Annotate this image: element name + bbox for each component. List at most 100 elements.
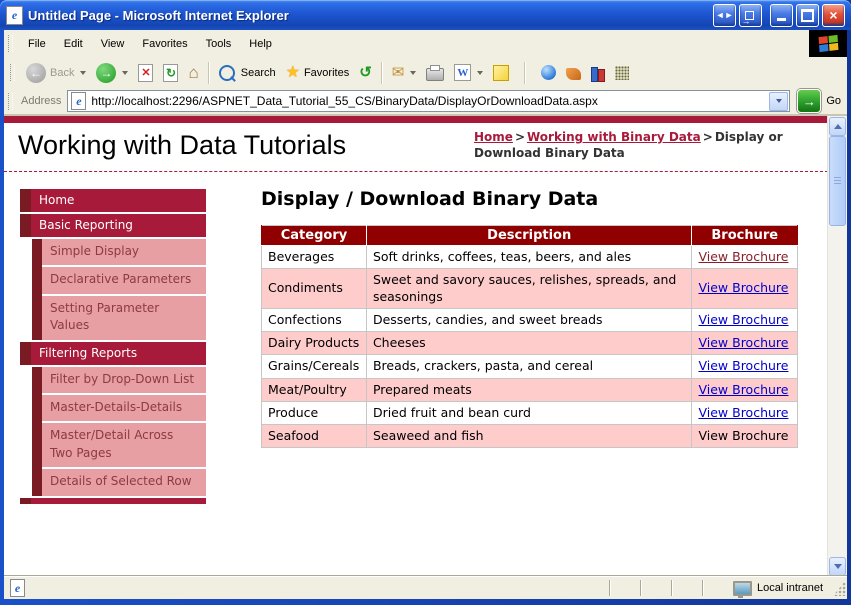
history-button[interactable]: ↺	[354, 59, 377, 86]
minimize-button[interactable]	[770, 3, 793, 27]
sidebar-item-label[interactable]: Home	[31, 189, 206, 212]
menu-help[interactable]: Help	[240, 33, 281, 55]
print-button[interactable]	[421, 59, 449, 86]
messenger-icon	[541, 65, 557, 80]
web-page: Working with Data Tutorials Home > Working…	[4, 116, 828, 577]
sidebar-item-label[interactable]: Filtering Reports	[31, 341, 206, 365]
sidebar-item-master-detail-across-two-pages[interactable]: Master/Detail Across Two Pages	[42, 423, 206, 468]
security-zone-pane: Local intranet	[732, 580, 833, 598]
discuss-button[interactable]	[488, 59, 514, 86]
menu-tools[interactable]: Tools	[197, 33, 241, 55]
address-label: Address	[21, 95, 62, 107]
address-url[interactable]: http://localhost:2296/ASPNET_Data_Tutori…	[86, 94, 769, 108]
address-drag-grip[interactable]	[8, 92, 13, 110]
menu-drag-grip[interactable]	[8, 35, 13, 52]
sidebar-item-declarative-parameters[interactable]: Declarative Parameters	[42, 267, 206, 294]
view-brochure-link[interactable]: View Brochure	[698, 312, 788, 327]
category-cell: Beverages	[261, 244, 367, 270]
sidebar-item-master-details-details[interactable]: Master-Details-Details	[42, 394, 206, 422]
plugin-button-1[interactable]	[561, 59, 586, 86]
sidebar-nav: Home Basic Reporting Simple Display Decl…	[20, 189, 206, 506]
sidebar-item-partial[interactable]	[20, 497, 206, 504]
favorites-button[interactable]: ★ Favorites	[281, 59, 355, 86]
stop-button[interactable]: ✕	[133, 59, 158, 86]
stop-icon: ✕	[138, 63, 154, 82]
scrollbar-thumb[interactable]	[829, 136, 846, 226]
breadcrumb-section-link[interactable]: Working with Binary Data	[527, 130, 701, 144]
column-header-category: Category	[261, 225, 367, 246]
table-row: Confections Desserts, candies, and sweet…	[261, 307, 798, 333]
view-brochure-link[interactable]: View Brochure	[698, 280, 788, 295]
sidebar-item-basic-reporting[interactable]: Basic Reporting	[20, 214, 206, 237]
address-dropdown-button[interactable]	[769, 91, 789, 111]
sidebar-item-filtering-reports[interactable]: Filtering Reports	[20, 341, 206, 365]
resize-horizontal-button[interactable]: ◄►	[713, 3, 736, 27]
toolbar-drag-grip[interactable]	[10, 64, 15, 81]
popout-button[interactable]: →	[739, 3, 762, 27]
description-cell: Prepared meats	[365, 377, 693, 402]
discuss-icon	[493, 64, 510, 81]
go-label[interactable]: Go	[826, 95, 841, 107]
sidebar-subgroup: Filter by Drop-Down List Master-Details-…	[32, 366, 206, 496]
view-brochure-link[interactable]: View Brochure	[698, 382, 788, 397]
nav-accent	[32, 366, 42, 496]
research-button[interactable]	[586, 59, 610, 86]
sidebar-item-home[interactable]: Home	[20, 189, 206, 212]
menu-view[interactable]: View	[92, 33, 134, 55]
breadcrumb-separator: >	[702, 130, 713, 144]
minimize-icon	[777, 18, 786, 21]
description-cell: Desserts, candies, and sweet breads	[365, 307, 693, 333]
description-cell: Dried fruit and bean curd	[365, 400, 693, 426]
back-button[interactable]: ← Back	[21, 59, 91, 86]
forward-dropdown-icon[interactable]	[122, 70, 129, 75]
scroll-down-button[interactable]	[829, 557, 846, 576]
menu-file[interactable]: File	[19, 33, 55, 55]
mail-button[interactable]: ✉	[387, 59, 422, 86]
view-brochure-link[interactable]: View Brochure	[698, 405, 788, 420]
back-dropdown-icon[interactable]	[80, 70, 87, 75]
address-input[interactable]: e http://localhost:2296/ASPNET_Data_Tuto…	[67, 90, 791, 112]
table-header-row: Category Description Brochure	[261, 225, 798, 246]
maximize-button[interactable]	[796, 3, 819, 27]
vertical-scrollbar[interactable]	[827, 116, 847, 577]
sidebar-item-simple-display[interactable]: Simple Display	[42, 239, 206, 266]
view-brochure-link[interactable]: View Brochure	[698, 249, 788, 264]
toolbar-separator	[524, 61, 527, 84]
go-button[interactable]: →	[797, 89, 822, 113]
toolbar-separator	[207, 61, 210, 84]
window-title: Untitled Page - Microsoft Internet Explo…	[28, 7, 289, 23]
edit-dropdown-icon[interactable]	[477, 70, 484, 75]
sidebar-item-label[interactable]: Basic Reporting	[31, 214, 206, 237]
messenger-button[interactable]	[536, 59, 561, 86]
resize-grip[interactable]	[833, 580, 846, 596]
sidebar-item-setting-parameter-values[interactable]: Setting Parameter Values	[42, 295, 206, 340]
title-bar: e Untitled Page - Microsoft Internet Exp…	[0, 0, 851, 30]
zone-label: Local intranet	[756, 582, 823, 594]
view-brochure-link[interactable]: View Brochure	[698, 358, 788, 373]
table-row: Dairy Products Cheeses View Brochure	[261, 330, 798, 356]
mail-dropdown-icon[interactable]	[410, 70, 417, 75]
menu-edit[interactable]: Edit	[55, 33, 92, 55]
chevron-down-icon	[833, 564, 842, 569]
menu-favorites[interactable]: Favorites	[133, 33, 196, 55]
home-button[interactable]: ⌂	[183, 59, 203, 86]
table-row: Beverages Soft drinks, coffees, teas, be…	[261, 244, 798, 270]
home-icon: ⌂	[188, 63, 199, 82]
header-red-strip	[4, 116, 828, 123]
scroll-up-button[interactable]	[829, 117, 846, 136]
ie-window: e Untitled Page - Microsoft Internet Exp…	[0, 0, 851, 605]
description-cell: Soft drinks, coffees, teas, beers, and a…	[365, 244, 693, 270]
sidebar-item-details-of-selected-row[interactable]: Details of Selected Row	[42, 469, 206, 496]
description-cell: Breads, crackers, pasta, and cereal	[365, 354, 693, 379]
categories-table: Category Description Brochure Beverages …	[261, 225, 798, 449]
table-row: Meat/Poultry Prepared meats View Brochur…	[261, 377, 798, 402]
forward-button[interactable]: →	[91, 59, 133, 86]
search-button[interactable]: Search	[214, 59, 281, 86]
sidebar-item-filter-by-dropdown-list[interactable]: Filter by Drop-Down List	[42, 366, 206, 393]
plugin-button-2[interactable]	[610, 59, 634, 86]
breadcrumb-home-link[interactable]: Home	[474, 130, 513, 144]
view-brochure-link[interactable]: View Brochure	[698, 335, 788, 350]
close-button[interactable]: ×	[822, 3, 845, 27]
refresh-button[interactable]: ↻	[158, 59, 183, 86]
edit-with-word-button[interactable]: W	[449, 59, 488, 86]
